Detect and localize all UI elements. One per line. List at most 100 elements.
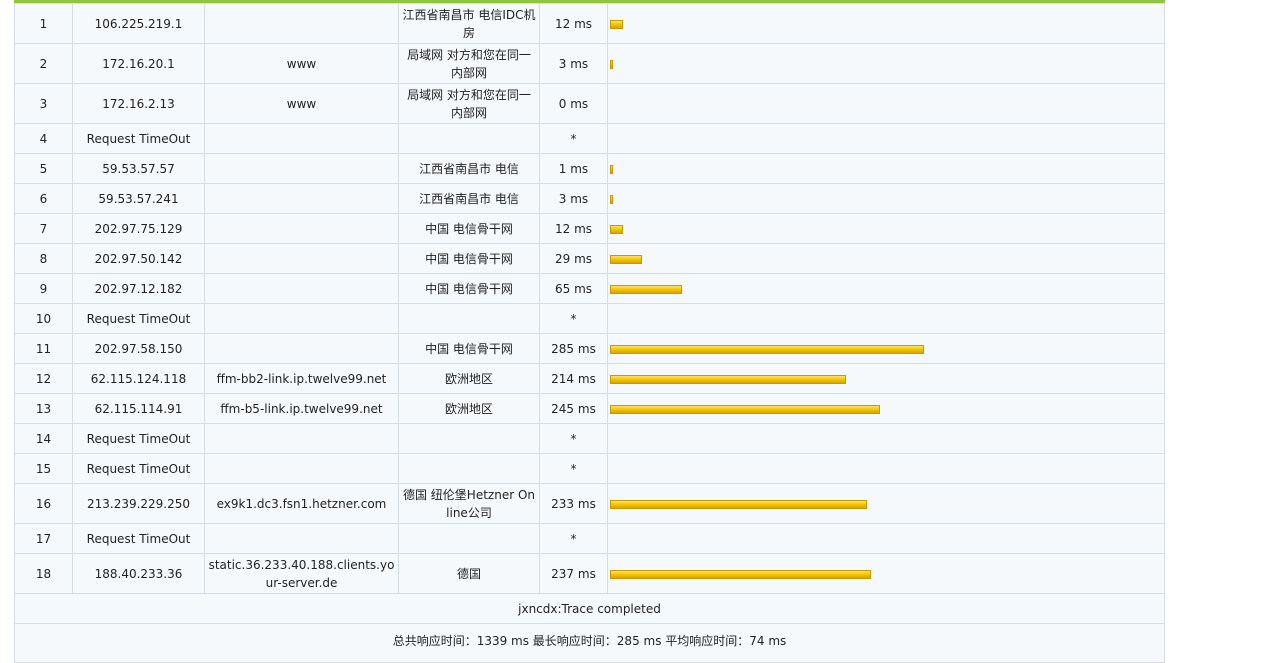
hop-hostname bbox=[204, 3, 399, 44]
hop-number: 15 bbox=[14, 453, 73, 484]
hop-row: 10 Request TimeOut * bbox=[14, 303, 1165, 334]
latency-bar bbox=[610, 59, 613, 69]
hop-number: 7 bbox=[14, 213, 73, 244]
hop-latency-bar-cell bbox=[607, 553, 1165, 594]
hop-ip: 172.16.20.1 bbox=[72, 43, 205, 84]
hop-latency-bar-cell bbox=[607, 273, 1165, 304]
hop-location: 中国 电信骨干网 bbox=[398, 333, 540, 364]
hop-time: * bbox=[539, 123, 608, 154]
hop-row: 1 106.225.219.1 江西省南昌市 电信IDC机房 12 ms bbox=[14, 3, 1165, 44]
hop-row: 5 59.53.57.57 江西省南昌市 电信 1 ms bbox=[14, 153, 1165, 184]
hop-hostname: ex9k1.dc3.fsn1.hetzner.com bbox=[204, 483, 399, 524]
hop-location: 江西省南昌市 电信 bbox=[398, 153, 540, 184]
summary-text: 总共响应时间：1339 ms 最长响应时间：285 ms 平均响应时间：74 m… bbox=[14, 623, 1165, 663]
hop-time: 214 ms bbox=[539, 363, 608, 394]
hop-ip: Request TimeOut bbox=[72, 123, 205, 154]
hop-hostname bbox=[204, 153, 399, 184]
hop-time: 285 ms bbox=[539, 333, 608, 364]
hop-time: 0 ms bbox=[539, 83, 608, 124]
hop-ip: 59.53.57.241 bbox=[72, 183, 205, 214]
hop-latency-bar-cell bbox=[607, 243, 1165, 274]
hop-row: 8 202.97.50.142 中国 电信骨干网 29 ms bbox=[14, 243, 1165, 274]
hop-location: 中国 电信骨干网 bbox=[398, 273, 540, 304]
hop-number: 16 bbox=[14, 483, 73, 524]
hop-ip: 202.97.50.142 bbox=[72, 243, 205, 274]
hop-row: 14 Request TimeOut * bbox=[14, 423, 1165, 454]
hop-time: 237 ms bbox=[539, 553, 608, 594]
hop-ip: 106.225.219.1 bbox=[72, 3, 205, 44]
hop-latency-bar-cell bbox=[607, 333, 1165, 364]
hop-number: 18 bbox=[14, 553, 73, 594]
hop-number: 9 bbox=[14, 273, 73, 304]
hop-hostname bbox=[204, 213, 399, 244]
hop-location: 德国 纽伦堡Hetzner Online公司 bbox=[398, 483, 540, 524]
hop-hostname bbox=[204, 243, 399, 274]
hop-latency-bar-cell bbox=[607, 393, 1165, 424]
hop-row: 16 213.239.229.250 ex9k1.dc3.fsn1.hetzner.… bbox=[14, 483, 1165, 524]
hop-number: 11 bbox=[14, 333, 73, 364]
hop-time: 29 ms bbox=[539, 243, 608, 274]
hop-time: 12 ms bbox=[539, 3, 608, 44]
hop-number: 14 bbox=[14, 423, 73, 454]
hop-hostname bbox=[204, 423, 399, 454]
hop-location: 局域网 对方和您在同一内部网 bbox=[398, 83, 540, 124]
hop-number: 2 bbox=[14, 43, 73, 84]
hop-hostname bbox=[204, 303, 399, 334]
hop-hostname bbox=[204, 273, 399, 304]
hop-time: 3 ms bbox=[539, 43, 608, 84]
latency-bar bbox=[610, 164, 613, 174]
traceroute-rows: 1 106.225.219.1 江西省南昌市 电信IDC机房 12 ms 2 172.16… bbox=[14, 3, 1165, 594]
hop-location: 中国 电信骨干网 bbox=[398, 243, 540, 274]
hop-number: 4 bbox=[14, 123, 73, 154]
hop-row: 4 Request TimeOut * bbox=[14, 123, 1165, 154]
hop-ip: 172.16.2.13 bbox=[72, 83, 205, 124]
hop-number: 5 bbox=[14, 153, 73, 184]
hop-row: 7 202.97.75.129 中国 电信骨干网 12 ms bbox=[14, 213, 1165, 244]
hop-ip: 62.115.114.91 bbox=[72, 393, 205, 424]
hop-latency-bar-cell bbox=[607, 123, 1165, 154]
hop-ip: 202.97.58.150 bbox=[72, 333, 205, 364]
hop-ip: 202.97.75.129 bbox=[72, 213, 205, 244]
hop-ip: 213.239.229.250 bbox=[72, 483, 205, 524]
hop-latency-bar-cell bbox=[607, 213, 1165, 244]
hop-hostname bbox=[204, 123, 399, 154]
hop-latency-bar-cell bbox=[607, 153, 1165, 184]
hop-row: 13 62.115.114.91 ffm-b5-link.ip.twelve99.n… bbox=[14, 393, 1165, 424]
hop-ip: Request TimeOut bbox=[72, 303, 205, 334]
hop-time: * bbox=[539, 303, 608, 334]
hop-location bbox=[398, 423, 540, 454]
hop-location: 局域网 对方和您在同一内部网 bbox=[398, 43, 540, 84]
hop-time: 1 ms bbox=[539, 153, 608, 184]
hop-location bbox=[398, 303, 540, 334]
latency-bar bbox=[610, 499, 867, 509]
hop-number: 6 bbox=[14, 183, 73, 214]
hop-number: 13 bbox=[14, 393, 73, 424]
hop-ip: 202.97.12.182 bbox=[72, 273, 205, 304]
hop-location bbox=[398, 523, 540, 554]
hop-row: 11 202.97.58.150 中国 电信骨干网 285 ms bbox=[14, 333, 1165, 364]
hop-ip: 62.115.124.118 bbox=[72, 363, 205, 394]
hop-ip: 59.53.57.57 bbox=[72, 153, 205, 184]
hop-latency-bar-cell bbox=[607, 423, 1165, 454]
hop-time: * bbox=[539, 523, 608, 554]
hop-number: 1 bbox=[14, 3, 73, 44]
hop-time: 65 ms bbox=[539, 273, 608, 304]
hop-latency-bar-cell bbox=[607, 303, 1165, 334]
hop-hostname: www bbox=[204, 83, 399, 124]
hop-row: 17 Request TimeOut * bbox=[14, 523, 1165, 554]
latency-bar bbox=[610, 404, 880, 414]
hop-hostname bbox=[204, 333, 399, 364]
latency-bar bbox=[610, 374, 846, 384]
trace-completed-row: jxncdx:Trace completed bbox=[14, 593, 1165, 624]
summary-row: 总共响应时间：1339 ms 最长响应时间：285 ms 平均响应时间：74 m… bbox=[14, 623, 1165, 663]
hop-latency-bar-cell bbox=[607, 183, 1165, 214]
hop-number: 17 bbox=[14, 523, 73, 554]
hop-location: 江西省南昌市 电信 bbox=[398, 183, 540, 214]
hop-ip: Request TimeOut bbox=[72, 423, 205, 454]
hop-latency-bar-cell bbox=[607, 3, 1165, 44]
hop-latency-bar-cell bbox=[607, 523, 1165, 554]
hop-latency-bar-cell bbox=[607, 453, 1165, 484]
latency-bar bbox=[610, 569, 871, 579]
hop-time: * bbox=[539, 423, 608, 454]
hop-row: 12 62.115.124.118 ffm-bb2-link.ip.twelve99… bbox=[14, 363, 1165, 394]
